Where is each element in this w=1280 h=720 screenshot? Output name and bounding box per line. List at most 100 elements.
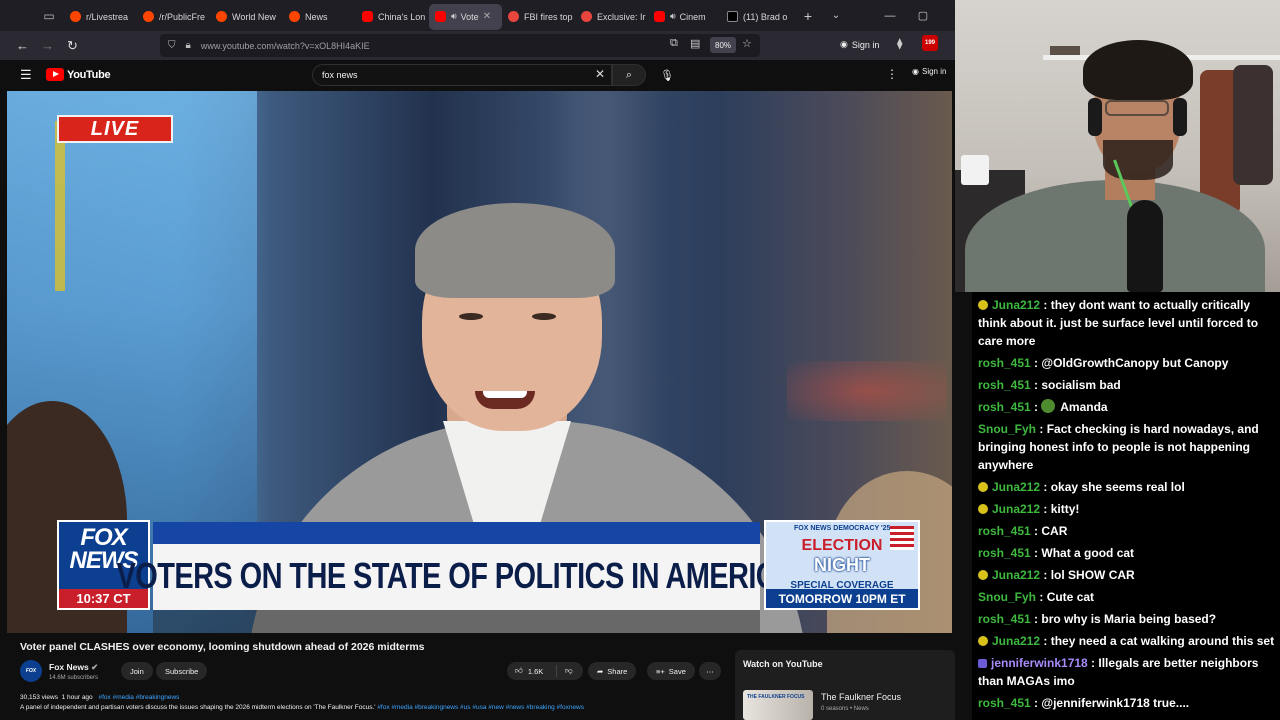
search-input[interactable]: fox news <box>312 64 612 86</box>
menu-icon[interactable]: ☰ <box>20 68 34 82</box>
browser-tab[interactable]: World New <box>210 4 283 30</box>
ublock-extension-icon[interactable]: 199 <box>922 35 938 51</box>
chat-username[interactable]: Snou_Fyh <box>978 422 1036 436</box>
account-icon: ◉ <box>840 39 848 49</box>
chat-username[interactable]: rosh_451 <box>978 524 1031 538</box>
reddit-favicon-icon <box>143 11 154 22</box>
more-icon: ⋯ <box>706 666 714 676</box>
chat-username[interactable]: Juna212 <box>992 634 1040 648</box>
chat-username[interactable]: rosh_451 <box>978 356 1031 370</box>
description-hashtags[interactable]: #fox #media #breakingnews #us #usa #new … <box>377 704 584 711</box>
chat-username[interactable]: Juna212 <box>992 480 1040 494</box>
browser-tab[interactable]: r/Livestrea <box>64 4 137 30</box>
close-tab-icon[interactable]: ✕ <box>483 11 491 22</box>
shield-icon[interactable]: ⛉ <box>168 40 176 51</box>
browser-tab[interactable]: FBI fires top <box>502 4 575 30</box>
chyron: VOTERS ON THE STATE OF POLITICS IN AMERI… <box>117 544 797 610</box>
browser-tab[interactable]: Exclusive: Ir <box>575 4 648 30</box>
host-eye <box>532 313 556 320</box>
show-name[interactable]: The Faulkner Focus <box>821 692 901 702</box>
browser-tab-label: Cinem <box>679 11 706 22</box>
browser-tab[interactable]: (11) Brad o <box>721 4 794 30</box>
chat-text: okay she seems real lol <box>1050 480 1185 494</box>
forward-icon[interactable]: → <box>35 33 60 58</box>
audio-playing-icon[interactable]: 🔊︎ <box>670 11 676 22</box>
browser-tab[interactable]: China's Lon <box>356 4 429 30</box>
chat-username[interactable]: rosh_451 <box>978 378 1031 392</box>
election-night-promo: FOX NEWS DEMOCRACY '25 ELECTION NIGHT SP… <box>764 520 920 610</box>
voice-search-icon[interactable]: 🎙︎ <box>656 64 678 86</box>
yt-favicon-icon <box>654 11 665 22</box>
clear-search-icon[interactable]: ✕ <box>595 67 605 81</box>
list-tabs-icon[interactable]: ⌄ <box>822 10 850 21</box>
search-value: fox news <box>322 70 358 80</box>
description-box[interactable]: 30,153 views 1 hour ago #fox #media #bre… <box>20 694 720 720</box>
like-button[interactable]: 👍︎ 1.6K <box>507 665 557 677</box>
chat-text: What a good cat <box>1041 546 1135 560</box>
bookmark-star-icon[interactable]: ☆ <box>742 37 752 50</box>
share-button[interactable]: ➦ Share <box>588 662 637 680</box>
gold-badge-icon <box>978 570 988 580</box>
youtube-signin-button[interactable]: ◉ Sign in <box>912 67 946 76</box>
meta-hashtags[interactable]: #fox #media #breakingnews <box>98 694 179 701</box>
browser-signin-button[interactable]: ◉ Sign in <box>840 39 879 50</box>
extensions-icon[interactable]: ⧫ <box>897 37 902 50</box>
reddit-favicon-icon <box>70 11 81 22</box>
chat-username[interactable]: rosh_451 <box>978 612 1031 626</box>
chat-message: Juna212 : kitty! <box>978 500 1276 518</box>
chat-username[interactable]: jenniferwink1718 <box>991 656 1088 670</box>
chat-username[interactable]: Snou_Fyh <box>978 590 1036 604</box>
chat-message: Juna212 : they need a cat walking around… <box>978 632 1276 650</box>
search-button[interactable]: ⌕ <box>612 64 646 86</box>
subscribe-button[interactable]: Subscribe <box>156 662 208 680</box>
gold-badge-icon <box>978 482 988 492</box>
chat-username[interactable]: rosh_451 <box>978 696 1031 710</box>
show-thumbnail[interactable]: THE FAULKNER FOCUS <box>743 690 813 720</box>
promo-kicker: FOX NEWS DEMOCRACY '25 <box>794 525 891 532</box>
url-text[interactable]: www.youtube.com/watch?v=xOL8HI4aKIE <box>201 41 370 51</box>
more-actions-button[interactable]: ⋯ <box>699 662 721 680</box>
audio-playing-icon[interactable]: 🔊︎ <box>451 11 457 22</box>
browser-tab-label: World New <box>232 11 276 22</box>
new-tab-icon[interactable]: + <box>794 8 822 24</box>
reload-icon[interactable]: ↻ <box>60 33 85 58</box>
tab-overview-icon[interactable]: ▭ <box>34 0 64 31</box>
chat-text: they need a cat walking around this set <box>1050 634 1275 648</box>
browser-tab[interactable]: 🔊︎ Vote ✕ <box>429 3 502 30</box>
minimize-icon[interactable]: — <box>874 0 906 31</box>
chat-message: Juna212 : lol SHOW CAR <box>978 566 1276 584</box>
join-button[interactable]: Join <box>121 662 153 680</box>
description-body: A panel of independent and partisan vote… <box>20 704 376 711</box>
browser-nav-bar: ← → ↻ ⛉ 🔒︎ www.youtube.com/watch?v=xOL8H… <box>0 31 955 60</box>
browser-tab[interactable]: 🔊︎ Cinem <box>648 4 721 30</box>
promo-line4: TOMORROW 10PM ET <box>766 589 918 608</box>
channel-name[interactable]: Fox News ✔ <box>49 662 98 673</box>
chat-username[interactable]: rosh_451 <box>978 546 1031 560</box>
hanging-jacket <box>1233 65 1273 185</box>
maximize-icon[interactable]: ▢ <box>907 0 939 31</box>
browser-tab-label: China's Lon <box>378 11 426 22</box>
description-text: A panel of independent and partisan vote… <box>20 704 720 711</box>
dislike-button[interactable]: 👎︎ <box>557 666 573 676</box>
channel-avatar[interactable]: FOX <box>20 660 42 682</box>
promo-line1: ELECTION <box>801 537 883 554</box>
browser-tab-label: r/Livestrea <box>86 11 129 22</box>
save-button[interactable]: ≡+ Save <box>647 662 695 680</box>
chat-username[interactable]: Juna212 <box>992 298 1040 312</box>
chat-username[interactable]: rosh_451 <box>978 400 1031 414</box>
youtube-logo[interactable]: YouTube <box>46 68 111 81</box>
back-icon[interactable]: ← <box>10 33 35 58</box>
lock-icon[interactable]: 🔒︎ <box>186 40 191 51</box>
video-title: Voter panel CLASHES over economy, loomin… <box>20 641 425 653</box>
chat-username[interactable]: Juna212 <box>992 502 1040 516</box>
reader-view-icon[interactable]: ▤ <box>690 37 700 50</box>
chat-username[interactable]: Juna212 <box>992 568 1040 582</box>
settings-more-icon[interactable]: ⋮ <box>886 67 898 81</box>
browser-tab[interactable]: News <box>283 4 356 30</box>
subscriber-badge-icon <box>978 659 987 668</box>
picture-in-picture-icon[interactable]: ⧉ <box>670 37 678 50</box>
browser-tab[interactable]: /r/PublicFre <box>137 4 210 30</box>
zoom-level[interactable]: 80% <box>710 37 737 53</box>
channel-name-text[interactable]: Fox News <box>49 662 89 672</box>
chat-message: Juna212 : okay she seems real lol <box>978 478 1276 496</box>
